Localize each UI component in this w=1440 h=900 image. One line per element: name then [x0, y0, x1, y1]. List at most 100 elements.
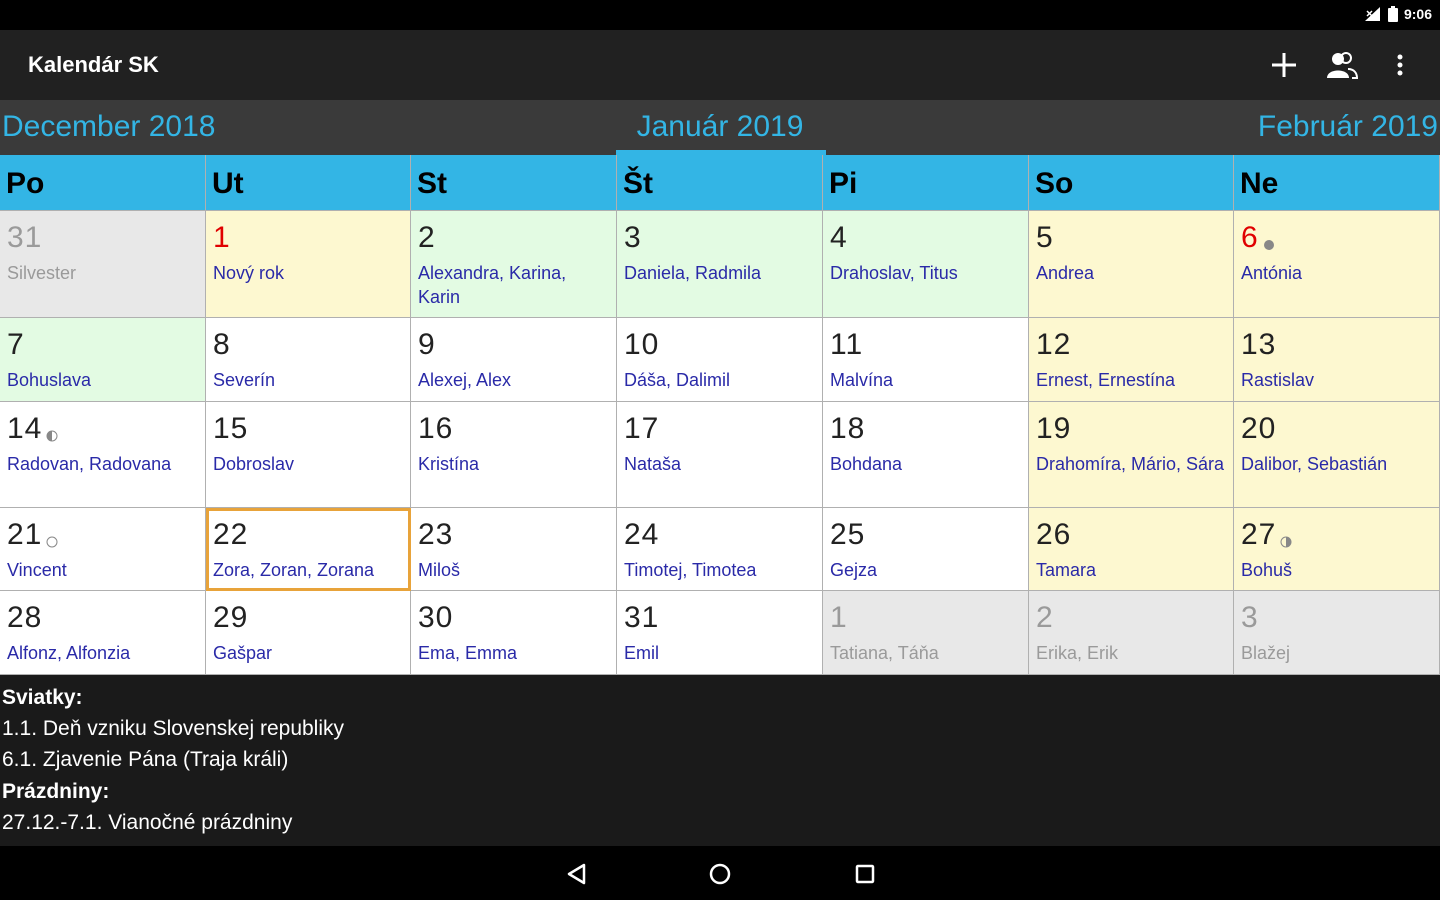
day-cell[interactable]: 4 Drahoslav, Titus [823, 211, 1029, 318]
day-number-text: 23 [418, 518, 454, 551]
day-number: 9 [418, 328, 436, 362]
day-cell[interactable]: 19 Drahomíra, Mário, Sára [1029, 402, 1234, 508]
day-cell[interactable]: 31 Silvester [0, 211, 206, 318]
tab-current-month[interactable]: Január 2019 [0, 110, 1440, 144]
name-day: Alexej, Alex [418, 370, 512, 390]
overflow-menu-button[interactable] [1382, 44, 1418, 86]
name-day: Kristína [418, 454, 480, 474]
name-day: Miloš [418, 560, 461, 580]
day-number-text: 20 [1241, 412, 1277, 445]
day-number-text: 14 [7, 412, 43, 445]
day-cell[interactable]: 7 Bohuslava [0, 318, 206, 402]
day-cell[interactable]: 14 Radovan, Radovana [0, 402, 206, 508]
name-day: Silvester [7, 263, 77, 283]
day-cell[interactable]: 2 Alexandra, Karina, Karin [411, 211, 617, 318]
day-cell[interactable]: 17 Nataša [617, 402, 823, 508]
back-button[interactable] [560, 858, 592, 890]
calendar-grid: Po Ut St Št Pi So Ne 31 Silvester 1 Nový rok 2 Alexa… [0, 155, 1440, 675]
recents-button[interactable] [849, 858, 881, 890]
day-cell[interactable]: 21 Vincent [0, 508, 206, 591]
day-number-text: 24 [624, 518, 660, 551]
day-number: 6 [1241, 221, 1275, 259]
holiday-item: 1.1. Deň vzniku Slovenskej republiky [2, 717, 345, 740]
day-cell[interactable]: 27 Bohuš [1234, 508, 1440, 591]
recents-icon [855, 864, 875, 884]
name-day: Malvína [830, 370, 894, 390]
day-cell[interactable]: 3 Blažej [1234, 591, 1440, 675]
name-day: Gejza [830, 560, 878, 580]
vacations-label: Prázdniny: [2, 780, 110, 803]
name-day: Drahoslav, Titus [830, 263, 958, 283]
day-cell[interactable]: 16 Kristína [411, 402, 617, 508]
day-cell[interactable]: 1 Nový rok [206, 211, 411, 318]
contacts-button[interactable] [1324, 44, 1360, 86]
day-cell[interactable]: 29 Gašpar [206, 591, 411, 675]
app-title: Kalendár SK [28, 52, 159, 77]
name-day: Nataša [624, 454, 682, 474]
day-cell[interactable]: 15 Dobroslav [206, 402, 411, 508]
day-number: 2 [418, 221, 436, 255]
day-cell[interactable]: 9 Alexej, Alex [411, 318, 617, 402]
day-cell[interactable]: 5 Andrea [1029, 211, 1234, 318]
day-cell[interactable]: 30 Ema, Emma [411, 591, 617, 675]
name-day: Emil [624, 643, 659, 663]
day-cell[interactable]: 8 Severín [206, 318, 411, 402]
day-cell[interactable]: 23 Miloš [411, 508, 617, 591]
day-cell[interactable]: 13 Rastislav [1234, 318, 1440, 402]
day-number: 2 [1036, 601, 1054, 635]
day-number-text: 5 [1036, 221, 1054, 254]
name-day: Severín [213, 370, 276, 390]
name-day: Ema, Emma [418, 643, 518, 663]
info-panel: Sviatky: 1.1. Deň vzniku Slovenskej repu… [0, 676, 1440, 846]
day-number: 19 [1036, 412, 1071, 446]
name-day: Zora, Zoran, Zorana [213, 560, 375, 580]
day-number: 12 [1036, 328, 1071, 362]
weekday-header: Po [0, 155, 206, 211]
day-number: 30 [418, 601, 453, 635]
day-number: 24 [624, 518, 659, 552]
day-number-text: 18 [830, 412, 866, 445]
day-number-text: 30 [418, 601, 454, 634]
day-cell[interactable]: 11 Malvína [823, 318, 1029, 402]
day-cell[interactable]: 24 Timotej, Timotea [617, 508, 823, 591]
add-icon [1272, 53, 1296, 77]
day-number: 5 [1036, 221, 1054, 255]
add-button[interactable] [1266, 44, 1302, 86]
day-cell[interactable]: 20 Dalibor, Sebastián [1234, 402, 1440, 508]
moon-phase-icon [46, 522, 58, 556]
day-cell[interactable]: 6 Antónia [1234, 211, 1440, 318]
day-number: 31 [7, 221, 42, 255]
day-cell-today[interactable]: 22 Zora, Zoran, Zorana [206, 508, 411, 591]
name-day: Dobroslav [213, 454, 295, 474]
weekday-header: Ut [206, 155, 411, 211]
day-number-text: 31 [7, 221, 43, 254]
day-number: 26 [1036, 518, 1071, 552]
tab-previous-month[interactable]: December 2018 [2, 110, 215, 144]
day-number-text: 3 [624, 221, 642, 254]
day-cell[interactable]: 28 Alfonz, Alfonzia [0, 591, 206, 675]
day-cell[interactable]: 3 Daniela, Radmila [617, 211, 823, 318]
name-day: Bohdana [830, 454, 903, 474]
day-number-text: 26 [1036, 518, 1072, 551]
day-number-text: 8 [213, 328, 231, 361]
day-number: 1 [213, 221, 231, 255]
day-number-text: 31 [624, 601, 660, 634]
day-cell[interactable]: 12 Ernest, Ernestína [1029, 318, 1234, 402]
home-button[interactable] [704, 858, 736, 890]
day-number-text: 6 [1241, 221, 1259, 254]
day-cell[interactable]: 18 Bohdana [823, 402, 1029, 508]
day-cell[interactable]: 26 Tamara [1029, 508, 1234, 591]
day-cell[interactable]: 10 Dáša, Dalimil [617, 318, 823, 402]
weekday-header: St [411, 155, 617, 211]
name-day: Bohuslava [7, 370, 92, 390]
day-cell[interactable]: 25 Gejza [823, 508, 1029, 591]
day-number-text: 16 [418, 412, 454, 445]
day-number: 23 [418, 518, 453, 552]
weekday-header: So [1029, 155, 1234, 211]
contacts-icon [1327, 52, 1358, 79]
day-cell[interactable]: 1 Tatiana, Táňa [823, 591, 1029, 675]
day-cell[interactable]: 31 Emil [617, 591, 823, 675]
tab-next-month[interactable]: Február 2019 [1258, 110, 1438, 144]
day-cell[interactable]: 2 Erika, Erik [1029, 591, 1234, 675]
name-day: Timotej, Timotea [624, 560, 757, 580]
